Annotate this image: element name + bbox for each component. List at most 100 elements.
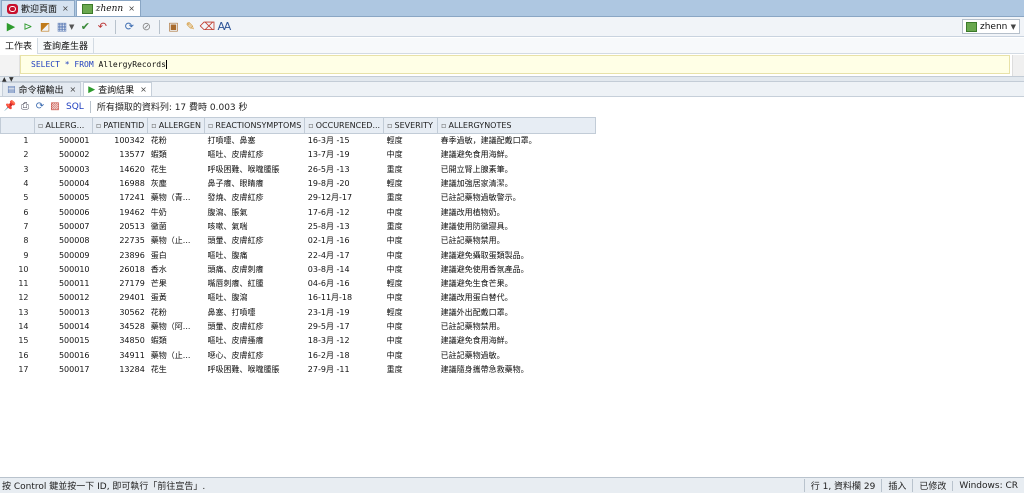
allergy-id-cell[interactable]: 500004 <box>35 176 93 190</box>
table-row[interactable]: 5 500005 17241 藥物（青... 發燒、皮膚紅疹 29-12月-17 重度 已註記… <box>1 191 596 205</box>
occurrence-date-cell[interactable]: 26-5月 -13 <box>305 162 384 176</box>
allergy-notes-cell[interactable]: 建議隨身攜帶急救藥物。 <box>438 362 596 376</box>
explain-plan-icon[interactable]: ▦ <box>54 19 70 35</box>
allergy-id-cell[interactable]: 500007 <box>35 219 93 233</box>
reaction-symptoms-cell[interactable]: 嘔吐、腹痛 <box>204 248 304 262</box>
tab-worksheet[interactable]: 工作表 <box>0 37 39 54</box>
severity-cell[interactable]: 輕度 <box>384 176 438 190</box>
tab-query-builder[interactable]: 查詢產生器 <box>38 37 95 54</box>
patient-id-cell[interactable]: 34850 <box>93 334 148 348</box>
severity-cell[interactable]: 中度 <box>384 248 438 262</box>
severity-cell[interactable]: 中度 <box>384 291 438 305</box>
reaction-symptoms-cell[interactable]: 咳嗽、氣喘 <box>204 219 304 233</box>
severity-cell[interactable]: 輕度 <box>384 276 438 290</box>
allergy-id-cell[interactable]: 500017 <box>35 362 93 376</box>
allergen-cell[interactable]: 藥物（止... <box>148 234 205 248</box>
patient-id-cell[interactable]: 13577 <box>93 148 148 162</box>
allergy-notes-cell[interactable]: 建議避免使用香氛產品。 <box>438 262 596 276</box>
allergy-notes-cell[interactable]: 春季過敏，建議配戴口罩。 <box>438 134 596 148</box>
sql-statement-line[interactable]: SELECT * FROM AllergyRecords <box>20 55 1010 74</box>
severity-cell[interactable]: 重度 <box>384 191 438 205</box>
severity-cell[interactable]: 重度 <box>384 162 438 176</box>
reaction-symptoms-cell[interactable]: 頭痛、皮膚刺癢 <box>204 262 304 276</box>
allergy-notes-cell[interactable]: 建議外出配戴口罩。 <box>438 305 596 319</box>
allergy-id-cell[interactable]: 500016 <box>35 348 93 362</box>
table-row[interactable]: 13 500013 30562 花粉 鼻塞、打噴嚏 23-1月 -19 輕度 建議外出配戴口罩… <box>1 305 596 319</box>
allergy-id-cell[interactable]: 500012 <box>35 291 93 305</box>
occurrence-date-cell[interactable]: 29-12月-17 <box>305 191 384 205</box>
reaction-symptoms-cell[interactable]: 嘔吐、皮膚搔癢 <box>204 334 304 348</box>
reaction-symptoms-cell[interactable]: 頭暈、皮膚紅疹 <box>204 319 304 333</box>
rollback-icon[interactable]: ↶ <box>94 19 110 35</box>
close-icon[interactable]: × <box>128 4 135 13</box>
patient-id-cell[interactable]: 30562 <box>93 305 148 319</box>
line-ending[interactable]: Windows: CR <box>952 480 1024 491</box>
table-row[interactable]: 6 500006 19462 牛奶 腹瀉、脹氣 17-6月 -12 中度 建議改用植物奶。 <box>1 205 596 219</box>
reaction-symptoms-cell[interactable]: 鼻塞、打噴嚏 <box>204 305 304 319</box>
refresh-icon[interactable]: ⟳ <box>121 19 137 35</box>
reaction-symptoms-cell[interactable]: 腹瀉、脹氣 <box>204 205 304 219</box>
severity-cell[interactable]: 輕度 <box>384 305 438 319</box>
allergy-id-cell[interactable]: 500006 <box>35 205 93 219</box>
reaction-symptoms-cell[interactable]: 噁心、皮膚紅疹 <box>204 348 304 362</box>
insert-mode[interactable]: 插入 <box>881 479 912 492</box>
table-row[interactable]: 9 500009 23896 蛋白 嘔吐、腹痛 22-4月 -17 中度 建議避免攝取蛋類製品… <box>1 248 596 262</box>
sql-link[interactable]: SQL <box>66 102 84 112</box>
table-row[interactable]: 3 500003 14620 花生 呼吸困難、喉嚨腫脹 26-5月 -13 重度 已開立腎上腺… <box>1 162 596 176</box>
patient-id-cell[interactable]: 13284 <box>93 362 148 376</box>
allergy-id-cell[interactable]: 500010 <box>35 262 93 276</box>
translate-case-icon[interactable]: Ꜳ <box>216 19 232 35</box>
allergy-notes-cell[interactable]: 建議加強居家清潔。 <box>438 176 596 190</box>
table-row[interactable]: 1 500001 100342 花粉 打噴嚏、鼻塞 16-3月 -15 輕度 春季過敏，建議配… <box>1 134 596 148</box>
autotrace-icon[interactable]: ◩ <box>37 19 53 35</box>
table-row[interactable]: 4 500004 16988 灰塵 鼻子癢、眼睛癢 19-8月 -20 輕度 建議加強居家清潔… <box>1 176 596 190</box>
allergy-notes-cell[interactable]: 建議改用蛋白替代。 <box>438 291 596 305</box>
occurrence-date-cell[interactable]: 16-2月 -18 <box>305 348 384 362</box>
patient-id-cell[interactable]: 34528 <box>93 319 148 333</box>
patient-id-cell[interactable]: 26018 <box>93 262 148 276</box>
commit-icon[interactable]: ✔ <box>77 19 93 35</box>
occurrence-date-cell[interactable]: 13-7月 -19 <box>305 148 384 162</box>
allergy-notes-cell[interactable]: 建議避免生食芒果。 <box>438 276 596 290</box>
allergy-notes-cell[interactable]: 建議改用植物奶。 <box>438 205 596 219</box>
allergen-cell[interactable]: 蛋白 <box>148 248 205 262</box>
occurrence-date-cell[interactable]: 23-1月 -19 <box>305 305 384 319</box>
allergy-id-cell[interactable]: 500003 <box>35 162 93 176</box>
reaction-symptoms-cell[interactable]: 呼吸困難、喉嚨腫脹 <box>204 362 304 376</box>
allergen-cell[interactable]: 芒果 <box>148 276 205 290</box>
reaction-symptoms-cell[interactable]: 嘴唇刺癢、紅腫 <box>204 276 304 290</box>
severity-cell[interactable]: 中度 <box>384 148 438 162</box>
tab-query-result[interactable]: ▶ 查詢結果 × <box>83 82 152 96</box>
sql-tuning-icon[interactable]: ▣ <box>165 19 181 35</box>
tab-script-output[interactable]: ▤ 命令檔輸出 × <box>2 82 82 96</box>
patient-id-cell[interactable]: 14620 <box>93 162 148 176</box>
allergy-id-cell[interactable]: 500015 <box>35 334 93 348</box>
severity-cell[interactable]: 中度 <box>384 334 438 348</box>
refresh-icon[interactable]: ⟳ <box>34 101 46 113</box>
allergen-cell[interactable]: 蝦類 <box>148 334 205 348</box>
run-script-icon[interactable]: ⊳ <box>20 19 36 35</box>
allergen-cell[interactable]: 牛奶 <box>148 205 205 219</box>
table-row[interactable]: 8 500008 22735 藥物（止... 頭暈、皮膚紅疹 02-1月 -16 中度 已註記… <box>1 234 596 248</box>
severity-cell[interactable]: 輕度 <box>384 134 438 148</box>
reaction-symptoms-cell[interactable]: 發燒、皮膚紅疹 <box>204 191 304 205</box>
sql-editor[interactable]: SELECT * FROM AllergyRecords <box>0 55 1024 76</box>
severity-cell[interactable]: 中度 <box>384 348 438 362</box>
allergen-cell[interactable]: 香水 <box>148 262 205 276</box>
table-row[interactable]: 14 500014 34528 藥物（阿... 頭暈、皮膚紅疹 29-5月 -17 中度 已註… <box>1 319 596 333</box>
allergy-notes-cell[interactable]: 建議避免食用海鮮。 <box>438 334 596 348</box>
cancel-icon[interactable]: ⊘ <box>138 19 154 35</box>
reaction-symptoms-cell[interactable]: 呼吸困難、喉嚨腫脹 <box>204 162 304 176</box>
occurrence-date-cell[interactable]: 22-4月 -17 <box>305 248 384 262</box>
column-header[interactable]: ▫ OCCURENCED... <box>304 117 385 134</box>
allergy-notes-cell[interactable]: 已註記藥物過敏警示。 <box>438 191 596 205</box>
allergy-id-cell[interactable]: 500001 <box>35 134 93 148</box>
editor-scrollbar[interactable] <box>1012 55 1024 76</box>
allergy-notes-cell[interactable]: 建議避免食用海鮮。 <box>438 148 596 162</box>
allergy-id-cell[interactable]: 500008 <box>35 234 93 248</box>
allergen-cell[interactable]: 蛋黃 <box>148 291 205 305</box>
reaction-symptoms-cell[interactable]: 鼻子癢、眼睛癢 <box>204 176 304 190</box>
table-row[interactable]: 11 500011 27179 芒果 嘴唇刺癢、紅腫 04-6月 -16 輕度 建議避免生食芒… <box>1 276 596 290</box>
occurrence-date-cell[interactable]: 19-8月 -20 <box>305 176 384 190</box>
occurrence-date-cell[interactable]: 25-8月 -13 <box>305 219 384 233</box>
